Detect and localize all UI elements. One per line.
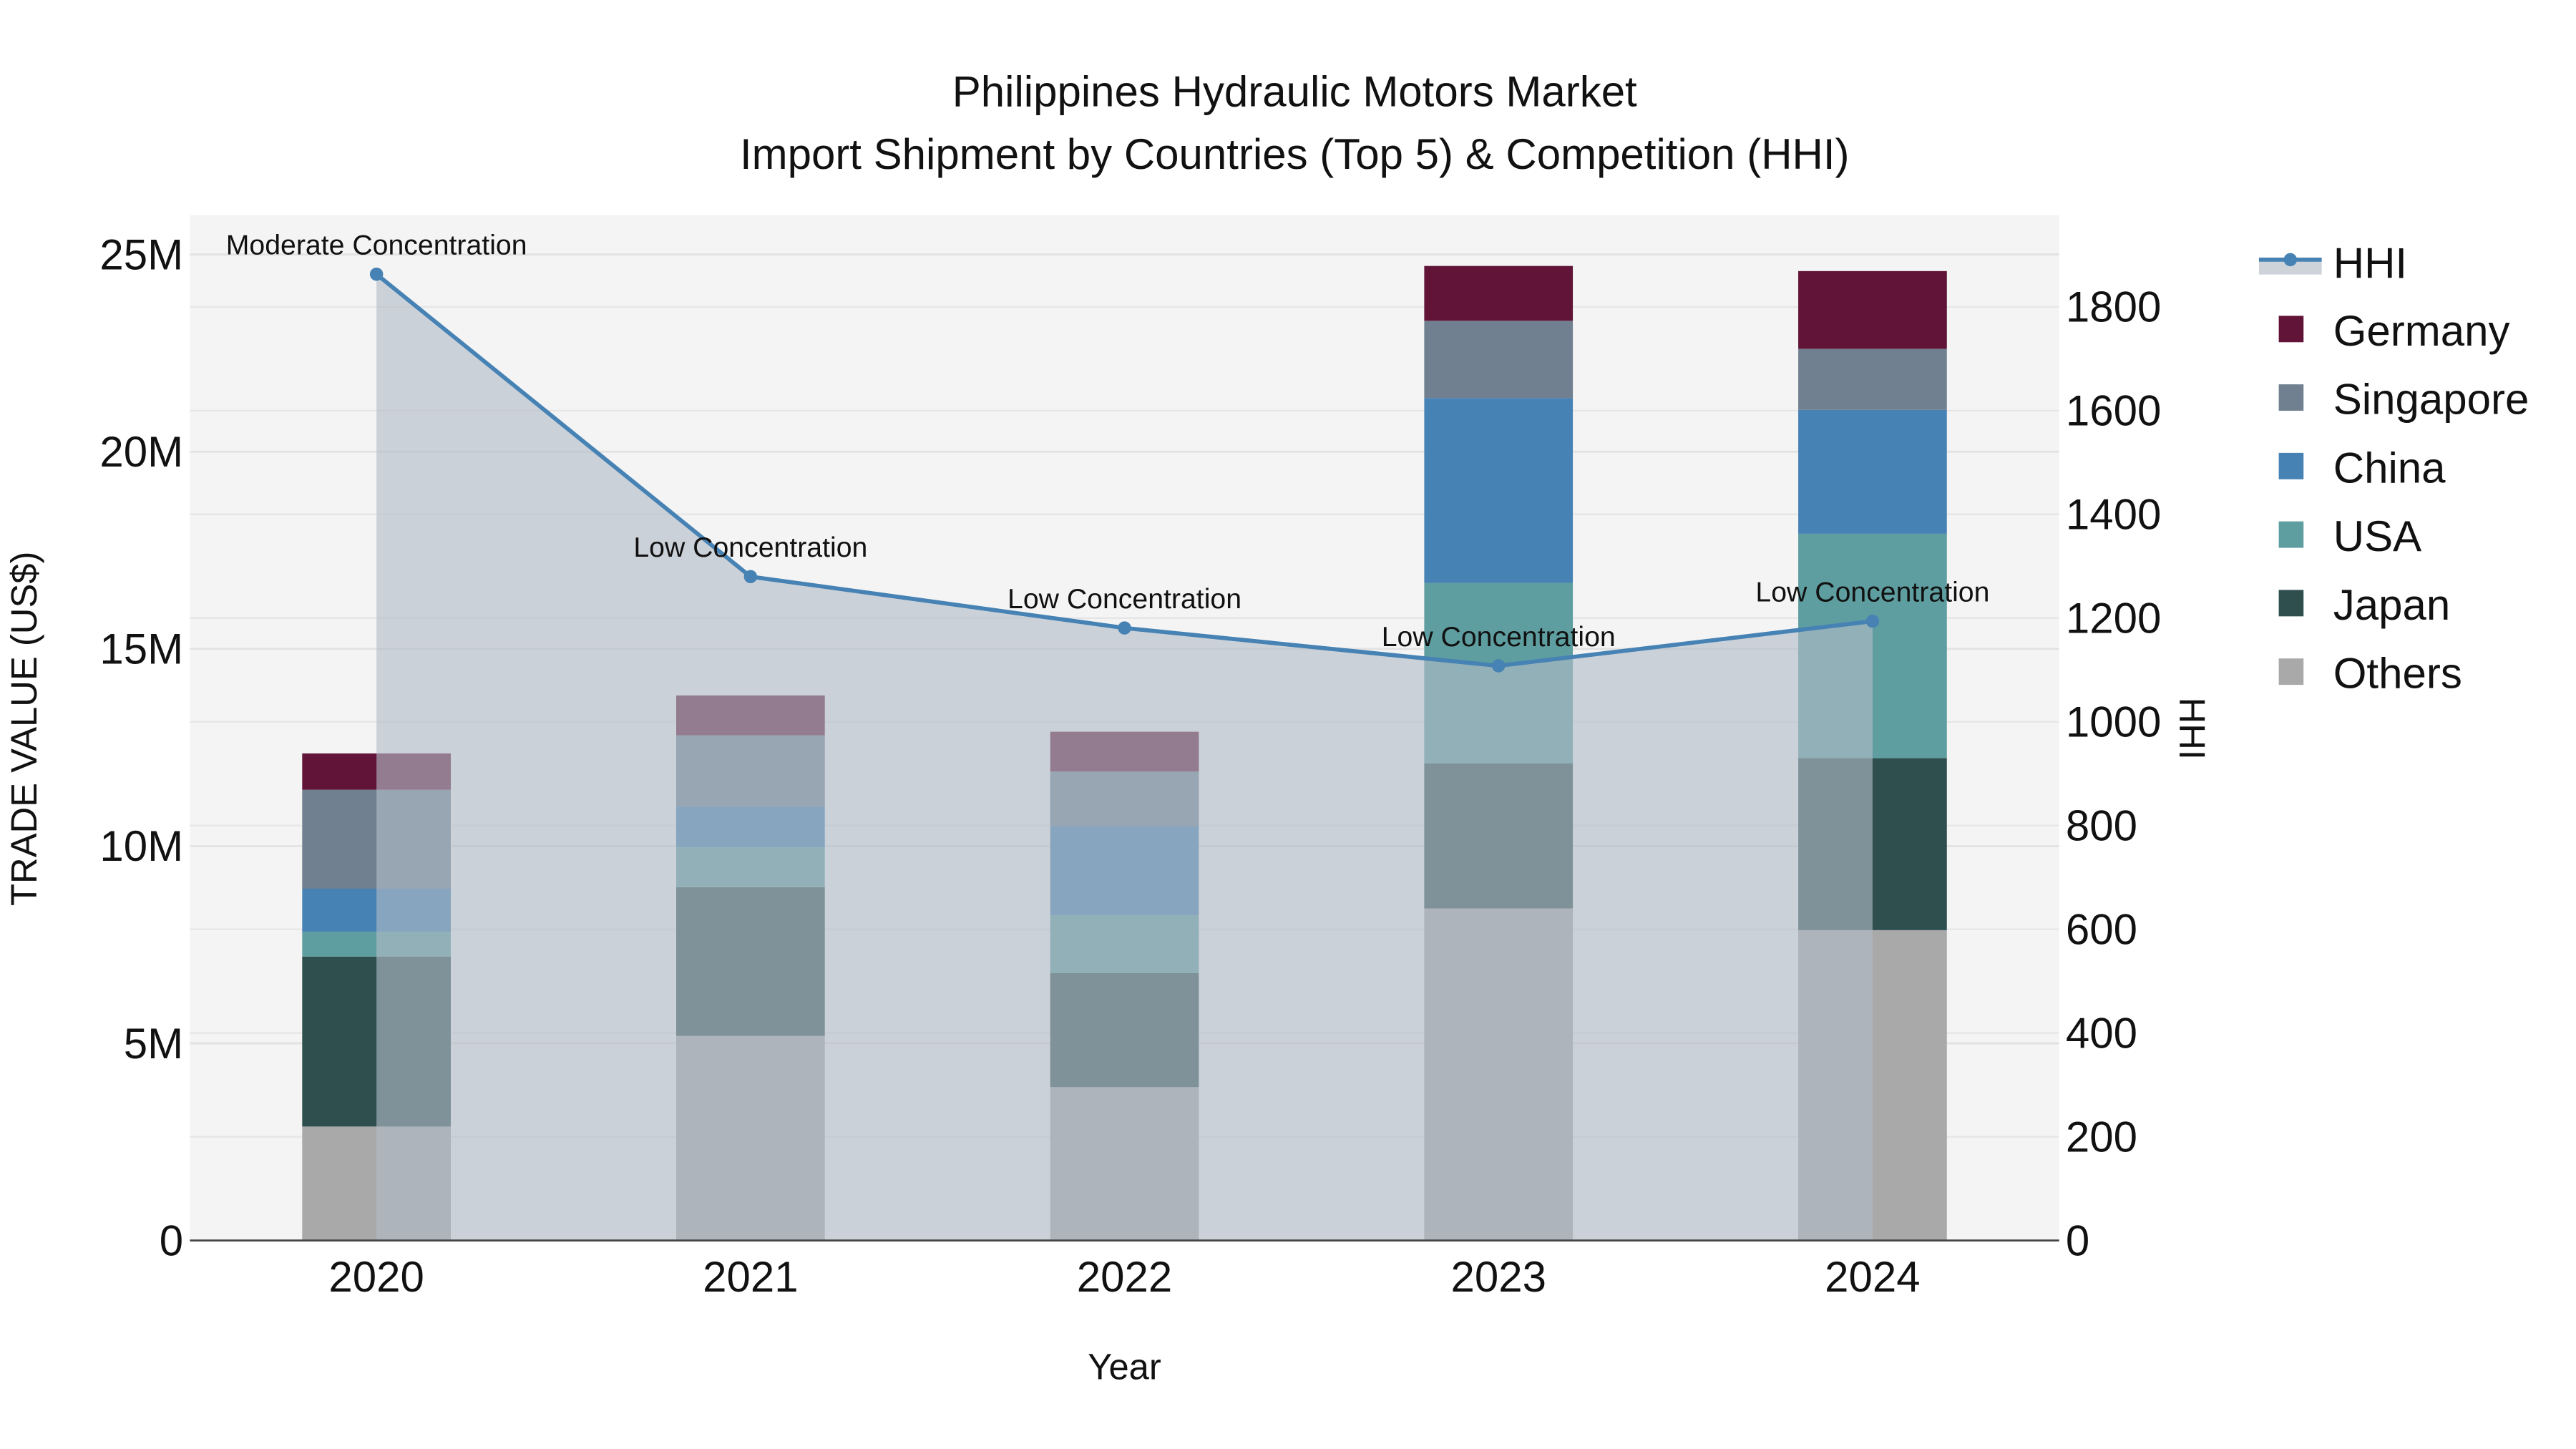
- y2-tick-label: 1400: [2066, 491, 2161, 539]
- legend-label-others: Others: [2333, 650, 2462, 698]
- bar-singapore-2024: [1798, 348, 1947, 410]
- hhi-point-2024: [1865, 614, 1880, 628]
- legend-swatch-china: [2278, 452, 2304, 479]
- legend-swatch-singapore: [2278, 384, 2304, 411]
- bar-germany-2023: [1424, 265, 1574, 321]
- hhi-annotation-2021: Low Concentration: [633, 532, 867, 563]
- hhi-annotation-2020: Moderate Concentration: [226, 230, 527, 261]
- hhi-point-2023: [1492, 659, 1506, 673]
- legend-label-germany: Germany: [2333, 307, 2510, 355]
- y2-tick-label: 600: [2066, 905, 2137, 953]
- y2-tick-label: 1000: [2066, 698, 2161, 746]
- bar-germany-2024: [1798, 270, 1947, 349]
- y-tick-label: 20M: [99, 428, 183, 476]
- x-tick-label: 2024: [1825, 1253, 1920, 1301]
- legend-label-china: China: [2333, 444, 2446, 492]
- x-axis-label: Year: [1088, 1347, 1161, 1387]
- y-tick-label: 25M: [99, 230, 183, 278]
- hhi-point-2022: [1118, 621, 1131, 635]
- legend-swatch-others: [2278, 658, 2304, 686]
- y-axis-label: TRADE VALUE (US$): [4, 552, 44, 906]
- y2-tick-label: 1800: [2066, 283, 2161, 331]
- chart: Moderate Concentration Low Concentration L…: [4, 67, 2529, 1387]
- legend-hhi-marker: [2283, 253, 2297, 267]
- bar-china-2023: [1424, 398, 1574, 583]
- y2-tick-label: 800: [2066, 802, 2137, 850]
- y2-axis-ticks: 0 200 400 600 800 1000 1200 1400 1600 1800: [2066, 283, 2161, 1265]
- bar-china-2024: [1798, 409, 1947, 534]
- y-tick-label: 15M: [99, 625, 183, 673]
- y-tick-label: 5M: [124, 1020, 183, 1068]
- y-axis-ticks: 0 5M 10M 15M 20M 25M: [99, 230, 183, 1264]
- legend: HHI Germany Singapore China USA Japan Others: [2258, 239, 2529, 698]
- legend-label-hhi: HHI: [2333, 239, 2407, 287]
- x-tick-label: 2022: [1077, 1253, 1172, 1301]
- legend-swatch-germany: [2278, 316, 2304, 343]
- y2-tick-label: 0: [2066, 1216, 2089, 1264]
- x-tick-label: 2023: [1450, 1253, 1546, 1301]
- x-tick-label: 2020: [328, 1253, 424, 1301]
- hhi-point-2020: [369, 267, 384, 281]
- legend-label-usa: USA: [2333, 512, 2421, 560]
- hhi-annotation-2022: Low Concentration: [1008, 583, 1241, 615]
- hhi-annotation-2023: Low Concentration: [1382, 621, 1616, 653]
- hhi-point-2021: [743, 570, 758, 584]
- y2-tick-label: 200: [2066, 1113, 2137, 1161]
- y2-tick-label: 1600: [2066, 387, 2161, 435]
- legend-label-singapore: Singapore: [2333, 376, 2529, 424]
- legend-swatch-japan: [2278, 590, 2304, 617]
- hhi-annotation-2024: Low Concentration: [1755, 576, 1989, 608]
- y-tick-label: 10M: [99, 822, 183, 870]
- bar-singapore-2023: [1424, 321, 1574, 399]
- x-axis-ticks: 2020 2021 2022 2023 2024: [328, 1253, 1920, 1301]
- chart-title: Philippines Hydraulic Motors Market: [952, 67, 1637, 115]
- y2-tick-label: 400: [2066, 1009, 2137, 1057]
- legend-swatch-usa: [2278, 521, 2304, 548]
- chart-subtitle: Import Shipment by Countries (Top 5) & C…: [740, 130, 1850, 178]
- legend-label-japan: Japan: [2333, 581, 2450, 629]
- y2-axis-label: HHI: [2172, 698, 2212, 760]
- x-tick-label: 2021: [703, 1253, 798, 1301]
- y2-tick-label: 1200: [2066, 595, 2161, 643]
- y-tick-label: 0: [160, 1216, 183, 1264]
